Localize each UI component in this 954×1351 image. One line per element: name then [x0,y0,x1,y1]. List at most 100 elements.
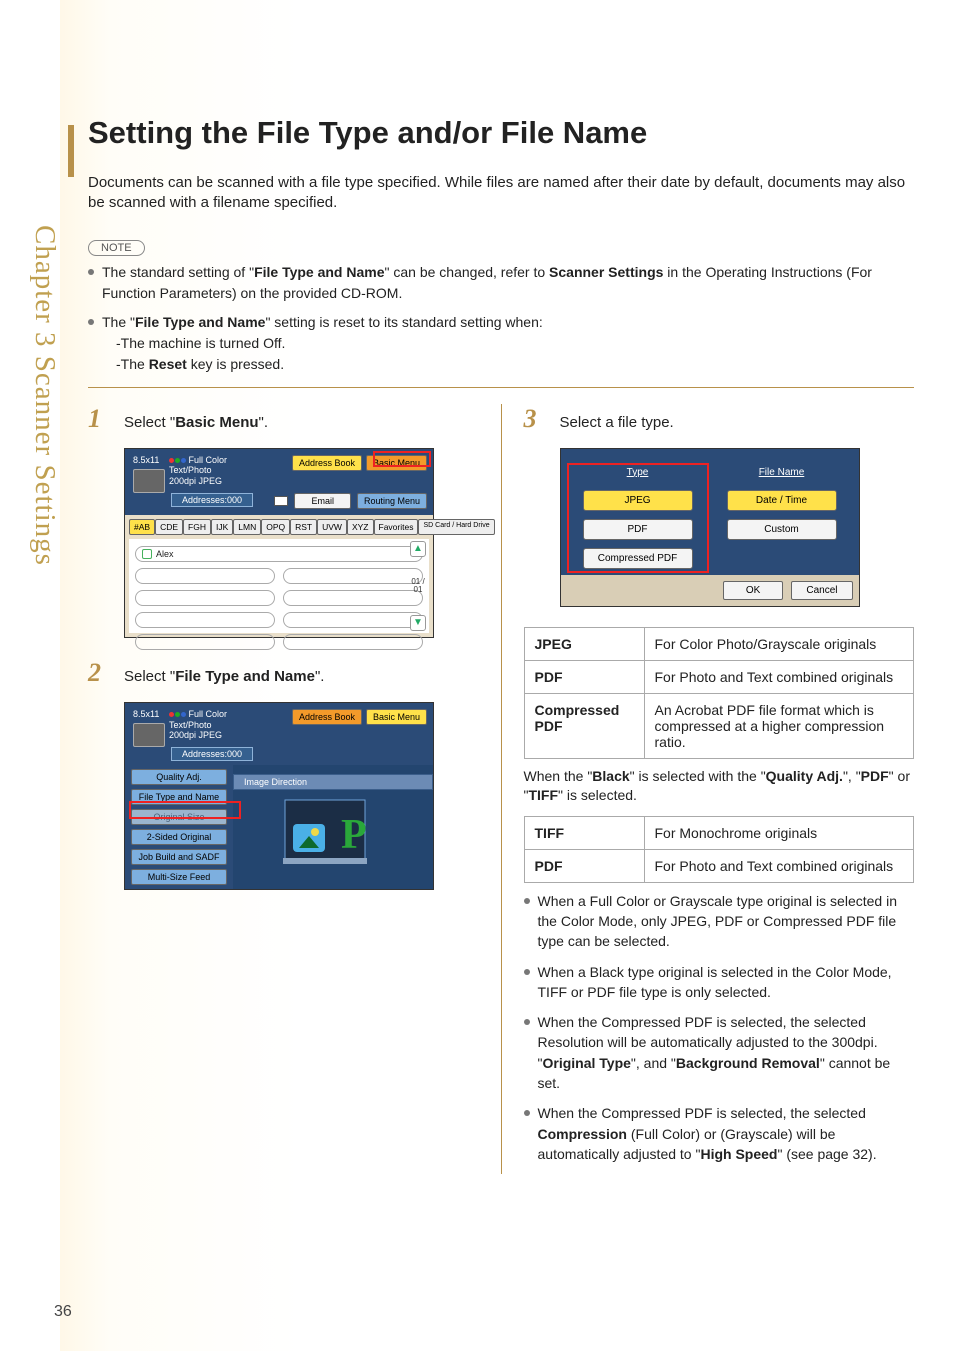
table-header-cell: Compressed PDF [524,693,644,758]
list-item[interactable] [135,612,275,628]
alpha-tab[interactable]: #AB [129,519,155,535]
table-row: PDFFor Photo and Text combined originals [524,660,914,693]
note-item: When a Black type original is selected i… [524,962,915,1003]
email-button[interactable]: Email [294,493,351,509]
alpha-tab[interactable]: FGH [183,519,211,535]
custom-button[interactable]: Custom [727,519,837,540]
table-header-cell: JPEG [524,627,644,660]
address-book-button[interactable]: Address Book [292,455,362,471]
scroll-up-icon[interactable]: ▲ [410,541,426,557]
alpha-tab[interactable]: UVW [317,519,347,535]
chapter-sidebar-text: Chapter 3 Scanner Settings [28,225,61,566]
checkbox-icon[interactable] [142,549,152,559]
mail-icon [274,496,288,506]
table-header-cell: PDF [524,849,644,882]
menu-item-multi-size[interactable]: Multi-Size Feed [131,869,227,885]
list-item[interactable] [283,590,423,606]
table-header-cell: TIFF [524,816,644,849]
mode-label: Full Color [189,455,228,465]
list-item[interactable] [135,568,275,584]
intro-paragraph: Documents can be scanned with a file typ… [88,173,914,214]
list-item[interactable]: Alex [135,546,423,562]
filetype-definitions-table-bw: TIFFFor Monochrome originals PDFFor Phot… [524,816,915,883]
addresses-readout: Addresses:000 [171,747,253,761]
note-item: The standard setting of "File Type and N… [88,262,914,304]
page-title: Setting the File Type and/or File Name [88,115,914,151]
step-number: 3 [524,404,546,434]
screenshot-basic-menu: 8.5x11 Full Color Text/Photo 200dpi JPEG… [124,702,434,890]
mode-label: Text/Photo [169,465,227,476]
mode-label: 200dpi JPEG [169,476,227,487]
highlight-type-column [567,463,709,573]
chapter-sidebar: Chapter 3 Scanner Settings [28,225,58,705]
alpha-tab[interactable]: LMN [233,519,261,535]
table-cell: For Photo and Text combined originals [644,660,914,693]
alpha-tabs: #AB CDE FGH IJK LMN OPQ RST UVW XYZ Favo… [129,519,429,535]
list-item[interactable] [135,634,275,650]
note-item: When the Compressed PDF is selected, the… [524,1103,915,1164]
mid-note: When the "Black" is selected with the "Q… [524,767,915,806]
filename-column-header: File Name [759,467,805,478]
table-cell: For Monochrome originals [644,816,914,849]
step-number: 2 [88,658,110,688]
list-item[interactable] [135,590,275,606]
note-sub: -The Reset key is pressed. [102,354,914,375]
routing-menu-button[interactable]: Routing Menu [357,493,427,509]
highlight-file-type-name [129,801,241,819]
menu-item-2sided[interactable]: 2-Sided Original [131,829,227,845]
note-item: When the Compressed PDF is selected, the… [524,1012,915,1093]
paper-size: 8.5x11 [133,709,163,719]
paper-size: 8.5x11 [133,455,163,465]
section-rule [88,387,914,388]
table-row: JPEGFor Color Photo/Grayscale originals [524,627,914,660]
date-time-button[interactable]: Date / Time [727,490,837,511]
list-item[interactable] [283,568,423,584]
column-divider [501,404,502,1175]
screenshot-address-book: 8.5x11 Full Color Text/Photo 200dpi JPEG… [124,448,434,638]
highlight-basic-menu [373,451,431,467]
menu-item-job-build[interactable]: Job Build and SADF [131,849,227,865]
step-text: Select a file type. [560,412,674,433]
chapter-accent-bar [68,125,74,177]
ok-button[interactable]: OK [723,581,783,600]
menu-item-quality[interactable]: Quality Adj. [131,769,227,785]
step-text: Select "File Type and Name". [124,666,324,687]
note-item: The "File Type and Name" setting is rese… [88,312,914,375]
alpha-tab[interactable]: OPQ [261,519,290,535]
contact-name: Alex [156,549,174,559]
screenshot-file-type-dialog: Type JPEG PDF Compressed PDF File Name D… [560,448,860,607]
addresses-readout: Addresses:000 [171,493,253,507]
step-number: 1 [88,404,110,434]
alpha-tab[interactable]: CDE [155,519,183,535]
preview-illustration-icon: P [273,790,393,880]
page-indicator: 01 / 01 [409,578,427,594]
table-row: TIFFFor Monochrome originals [524,816,914,849]
basic-menu-button[interactable]: Basic Menu [366,709,427,725]
scroll-down-icon[interactable]: ▼ [410,615,426,631]
mode-label: Full Color [189,709,228,719]
list-item[interactable] [283,612,423,628]
table-cell: For Photo and Text combined originals [644,849,914,882]
left-column: 1 Select "Basic Menu". 8.5x11 Full Color… [88,404,479,1175]
filetype-definitions-table: JPEGFor Color Photo/Grayscale originals … [524,627,915,759]
image-direction-label: Image Direction [233,774,433,790]
note-item: When a Full Color or Grayscale type orig… [524,891,915,952]
svg-text:P: P [341,812,367,858]
address-book-button[interactable]: Address Book [292,709,362,725]
alpha-tab[interactable]: XYZ [347,519,374,535]
alpha-tab[interactable]: IJK [211,519,233,535]
note-badge: NOTE [88,240,145,256]
note-sub: -The machine is turned Off. [102,333,914,354]
table-cell: For Color Photo/Grayscale originals [644,627,914,660]
favorites-tab[interactable]: Favorites [374,519,419,535]
mode-label: Text/Photo [169,720,227,731]
basic-menu-list: Quality Adj. File Type and Name Original… [125,765,233,889]
alpha-tab[interactable]: RST [290,519,317,535]
cancel-button[interactable]: Cancel [791,581,852,600]
table-row: Compressed PDFAn Acrobat PDF file format… [524,693,914,758]
notes-list: The standard setting of "File Type and N… [88,262,914,375]
table-header-cell: PDF [524,660,644,693]
mode-label: 200dpi JPEG [169,730,227,741]
list-item[interactable] [283,634,423,650]
sd-card-tab[interactable]: SD Card / Hard Drive [418,519,494,535]
